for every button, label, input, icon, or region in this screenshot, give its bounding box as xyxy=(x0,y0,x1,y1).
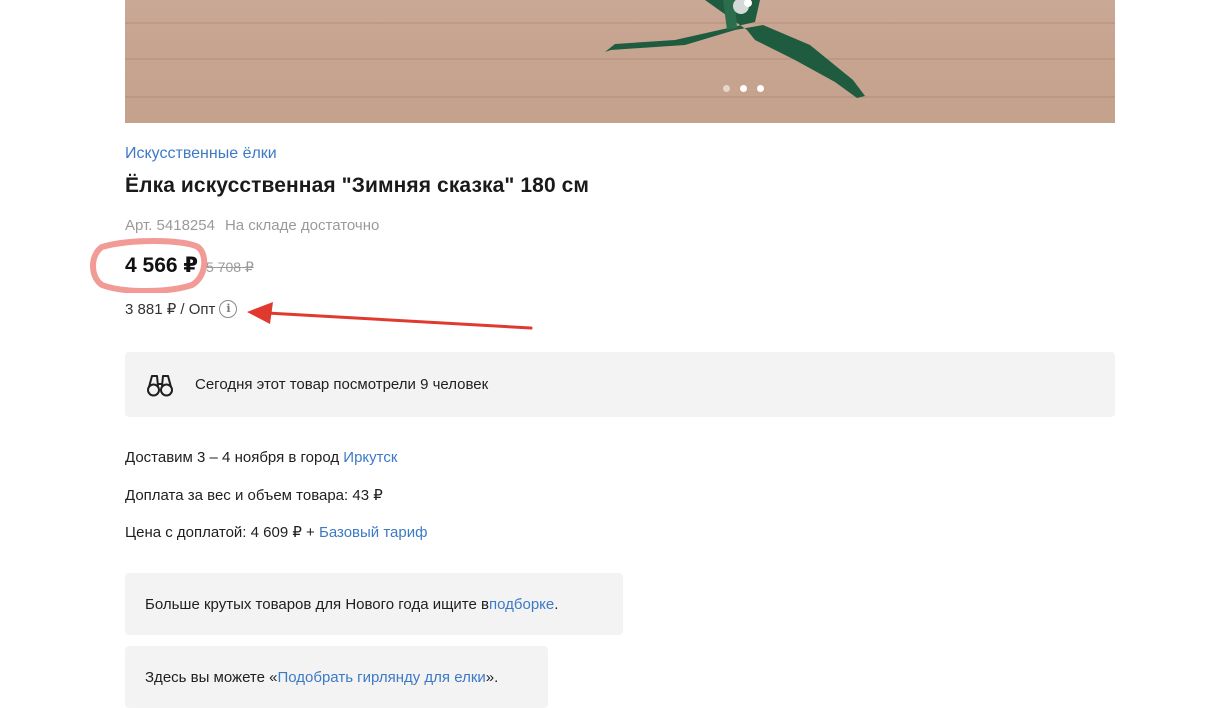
views-text: Сегодня этот товар посмотрели 9 человек xyxy=(195,376,489,393)
collection-promo-text: Больше крутых товаров для Нового года ищ… xyxy=(145,595,489,613)
article-number: Арт. 5418254 xyxy=(125,217,215,234)
views-info-box: Сегодня этот товар посмотрели 9 человек xyxy=(125,352,1115,417)
delivery-line: Доставим 3 – 4 ноября в город Иркутск xyxy=(125,449,397,466)
carousel-dot[interactable] xyxy=(723,85,730,92)
total-price-line: Цена с доплатой: 4 609 ₽ + Базовый тариф xyxy=(125,523,427,541)
garland-link[interactable]: Подобрать гирлянду для елки xyxy=(277,669,485,686)
price-row: 4 566 ₽ 5 708 ₽ xyxy=(125,253,254,278)
wholesale-price: 3 881 ₽ / Опт i xyxy=(125,300,238,318)
product-meta: Арт. 5418254 На складе достаточно xyxy=(125,217,379,234)
category-link[interactable]: Искусственные ёлки xyxy=(125,145,277,163)
garland-promo-text: Здесь вы можете « xyxy=(145,668,278,686)
product-title: Ёлка искусственная "Зимняя сказка" 180 с… xyxy=(125,174,590,197)
old-price: 5 708 ₽ xyxy=(206,259,254,275)
collection-link[interactable]: подборке xyxy=(489,596,554,613)
total-price-text: Цена с доплатой: 4 609 ₽ + xyxy=(125,524,319,541)
delivery-text: Доставим 3 – 4 ноября в город xyxy=(125,449,344,466)
garland-promo-box: Здесь вы можете «Подобрать гирлянду для … xyxy=(125,646,548,708)
carousel-dot[interactable] xyxy=(740,85,747,92)
wholesale-price-text: 3 881 ₽ / Опт xyxy=(125,301,216,318)
info-icon[interactable]: i xyxy=(219,300,238,318)
collection-promo-box: Больше крутых товаров для Нового года ищ… xyxy=(125,573,623,635)
city-link[interactable]: Иркутск xyxy=(343,449,397,466)
tree-stand-image xyxy=(605,0,865,98)
surcharge-line: Доплата за вес и объем товара: 43 ₽ xyxy=(125,487,383,504)
collection-promo-suffix: . xyxy=(554,595,559,613)
binoculars-icon xyxy=(147,374,173,396)
current-price: 4 566 ₽ xyxy=(125,254,198,277)
stock-status: На складе достаточно xyxy=(224,217,380,234)
carousel-dots xyxy=(723,85,764,92)
annotation-arrow xyxy=(247,302,533,330)
carousel-dot[interactable] xyxy=(757,85,764,92)
product-image-carousel[interactable] xyxy=(125,0,1115,123)
tariff-link[interactable]: Базовый тариф xyxy=(319,524,427,541)
garland-promo-suffix: ». xyxy=(485,668,499,686)
